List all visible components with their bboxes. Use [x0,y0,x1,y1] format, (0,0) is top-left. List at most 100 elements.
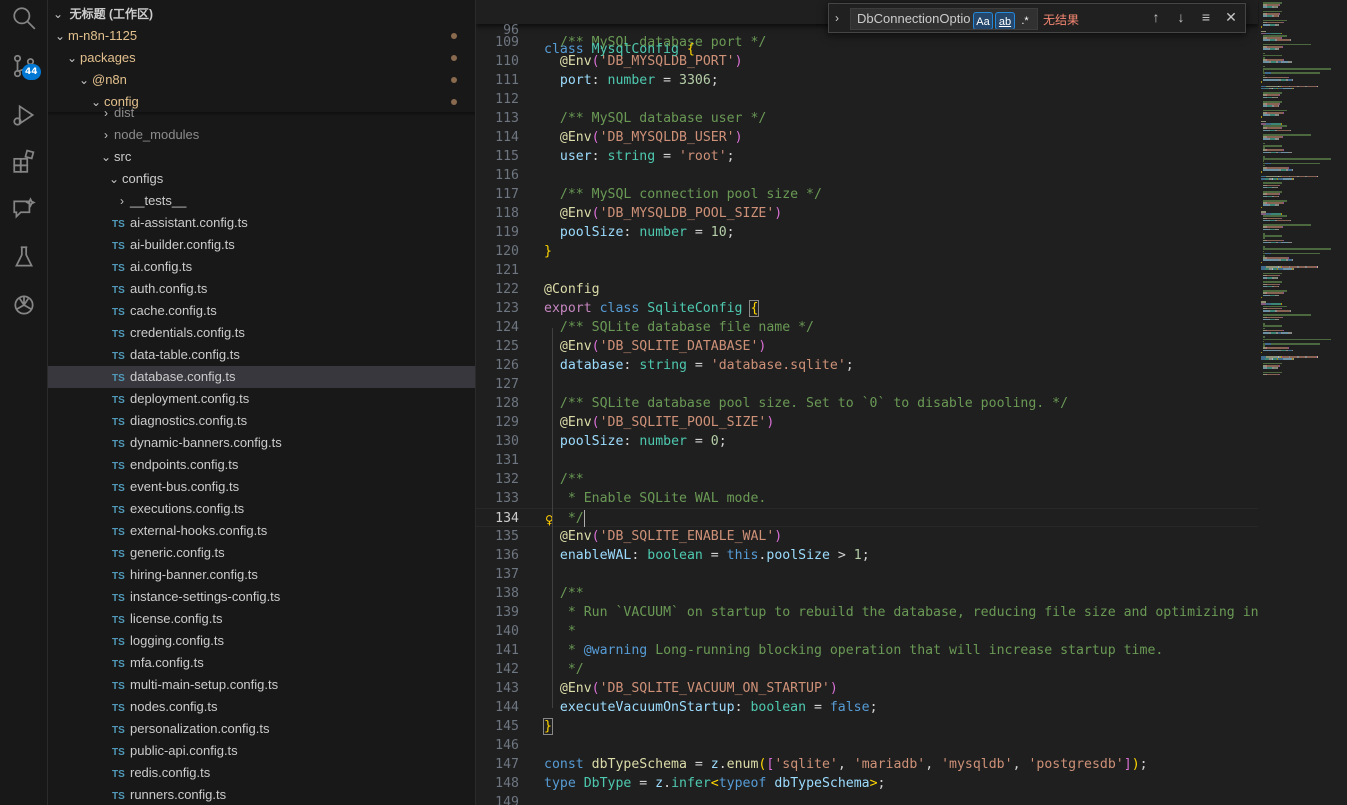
file-item[interactable]: TS public-api.config.ts [48,740,475,762]
match-case-button[interactable]: Aa [973,12,993,29]
code-line[interactable]: 117 /** MySQL connection pool size */ [476,185,1258,204]
code-line[interactable]: 120} [476,242,1258,261]
code-token: ) [758,339,767,354]
file-item[interactable]: TS dynamic-banners.config.ts [48,432,475,454]
file-item[interactable]: TS diagnostics.config.ts [48,410,475,432]
file-item[interactable]: TS credentials.config.ts [48,322,475,344]
code-line[interactable]: 119 poolSize: number = 10; [476,223,1258,242]
code-line[interactable]: 123 export class SqliteConfig { [476,299,1258,318]
code-line[interactable]: 130 poolSize: number = 0; [476,432,1258,451]
code-line[interactable]: 141 * @warning Long-running blocking ope… [476,641,1258,660]
code-line[interactable]: 139 * Run `VACUUM` on startup to rebuild… [476,603,1282,622]
file-item[interactable]: TS event-bus.config.ts [48,476,475,498]
arrow-up-icon[interactable]: ↑ [1147,9,1165,25]
file-item[interactable]: TS hiring-banner.config.ts [48,564,475,586]
code-line[interactable]: 145} [476,717,1258,736]
code-line[interactable]: 118 @Env('DB_MYSQLDB_POOL_SIZE') [476,204,1258,223]
whole-word-button[interactable]: ab [995,12,1015,29]
file-item[interactable]: TS runners.config.ts [48,784,475,805]
code-line[interactable]: 111 port: number = 3306; [476,71,1258,90]
find-input[interactable]: DbConnectionOptio Aa ab .* [850,8,1038,30]
file-item[interactable]: TS ai.config.ts [48,256,475,278]
folder-item[interactable]: › __tests__ [48,190,475,212]
file-item[interactable]: TS executions.config.ts [48,498,475,520]
file-item[interactable]: TS generic.config.ts [48,542,475,564]
minimap-token [1291,241,1292,244]
openai-icon[interactable] [10,291,38,319]
folder-item[interactable]: ⌄ m-n8n-1125 [48,25,475,47]
file-item[interactable]: TS database.config.ts [48,366,475,388]
find-in-selection-icon[interactable]: ≡ [1197,9,1215,25]
folder-item[interactable]: ⌄ @n8n [48,69,475,91]
code-line[interactable]: 149 [476,793,1258,805]
file-item[interactable]: TS ai-builder.config.ts [48,234,475,256]
extensions-icon[interactable] [10,147,38,175]
file-item[interactable]: TS logging.config.ts [48,630,475,652]
code-line[interactable]: 124 /** SQLite database file name */ [476,318,1258,337]
folder-item[interactable]: ⌄ src [48,146,475,168]
file-item[interactable]: TS auth.config.ts [48,278,475,300]
code-line[interactable]: 122 @Config [476,280,1258,299]
folder-item[interactable]: › node_modules [48,124,475,146]
file-item[interactable]: TS data-table.config.ts [48,344,475,366]
code-line[interactable]: 143 @Env('DB_SQLITE_VACUUM_ON_STARTUP') [476,679,1258,698]
code-text: user: string = 'root'; [544,147,735,166]
file-item[interactable]: TS instance-settings-config.ts [48,586,475,608]
workspace-root[interactable]: ⌄ 无标题 (工作区) [48,3,475,25]
code-editor[interactable]: 109 /** MySQL database port */110 @Env('… [476,0,1347,805]
file-item[interactable]: TS mfa.config.ts [48,652,475,674]
code-line[interactable]: 131 [476,451,1258,470]
run-debug-icon[interactable] [10,101,38,129]
code-line[interactable]: 116 [476,166,1258,185]
code-line[interactable]: 140 * [476,622,1258,641]
code-line[interactable]: 138 /** [476,584,1258,603]
code-line[interactable]: 126 database: string = 'database.sqlite'… [476,356,1258,375]
tree-item-label: __tests__ [130,193,187,208]
code-line[interactable]: 136 enableWAL: boolean = this.poolSize >… [476,546,1258,565]
file-item[interactable]: TS ai-assistant.config.ts [48,212,475,234]
file-item[interactable]: TS deployment.config.ts [48,388,475,410]
file-item[interactable]: TS nodes.config.ts [48,696,475,718]
minimap[interactable] [1259,0,1347,805]
code-line[interactable]: 144 executeVacuumOnStartup: boolean = fa… [476,698,1258,717]
file-item[interactable]: TS multi-main-setup.config.ts [48,674,475,696]
code-line[interactable]: 135 @Env('DB_SQLITE_ENABLE_WAL') [476,527,1258,546]
typescript-file-icon: TS [112,285,125,296]
code-token: * Run `VACUUM` on startup to rebuild the… [559,605,1283,620]
code-line[interactable]: 114 @Env('DB_MYSQLDB_USER') [476,128,1258,147]
search-icon[interactable] [10,4,38,32]
code-line[interactable]: 121 [476,261,1258,280]
code-line[interactable]: 133 * Enable SQLite WAL mode. [476,489,1258,508]
code-line[interactable]: 147 const dbTypeSchema = z.enum(['sqlite'… [476,755,1258,774]
testing-icon[interactable] [10,243,38,271]
code-line[interactable]: 134 ♀ */ [476,508,1258,527]
code-line[interactable]: 129 @Env('DB_SQLITE_POOL_SIZE') [476,413,1258,432]
code-line[interactable]: 146 [476,736,1258,755]
code-line[interactable]: 115 user: string = 'root'; [476,147,1258,166]
file-item[interactable]: TS license.config.ts [48,608,475,630]
folder-item[interactable]: ⌄ packages [48,47,475,69]
code-line[interactable]: 137 [476,565,1258,584]
close-icon[interactable]: ✕ [1222,9,1240,26]
code-line[interactable]: 112 [476,90,1258,109]
code-line[interactable]: 128 /** SQLite database pool size. Set t… [476,394,1258,413]
arrow-down-icon[interactable]: ↓ [1172,9,1190,25]
code-line[interactable]: 125 @Env('DB_SQLITE_DATABASE') [476,337,1258,356]
file-item[interactable]: TS personalization.config.ts [48,718,475,740]
file-item[interactable]: TS redis.config.ts [48,762,475,784]
code-line[interactable]: 142 */ [476,660,1258,679]
file-item[interactable]: TS endpoints.config.ts [48,454,475,476]
chevron-right-icon[interactable]: › [835,11,839,25]
code-line[interactable]: 113 /** MySQL database user */ [476,109,1258,128]
typescript-file-icon: TS [112,791,125,802]
chat-icon[interactable] [10,195,38,223]
file-item[interactable]: TS cache.config.ts [48,300,475,322]
code-line[interactable]: 127 [476,375,1258,394]
code-line[interactable]: 132 /** [476,470,1258,489]
folder-item[interactable]: ⌄ configs [48,168,475,190]
regex-button[interactable]: .* [1015,12,1035,29]
folder-item[interactable]: › dist [48,102,475,124]
file-item[interactable]: TS external-hooks.config.ts [48,520,475,542]
code-line[interactable]: 148 type DbType = z.infer<typeof dbTypeSc… [476,774,1258,793]
